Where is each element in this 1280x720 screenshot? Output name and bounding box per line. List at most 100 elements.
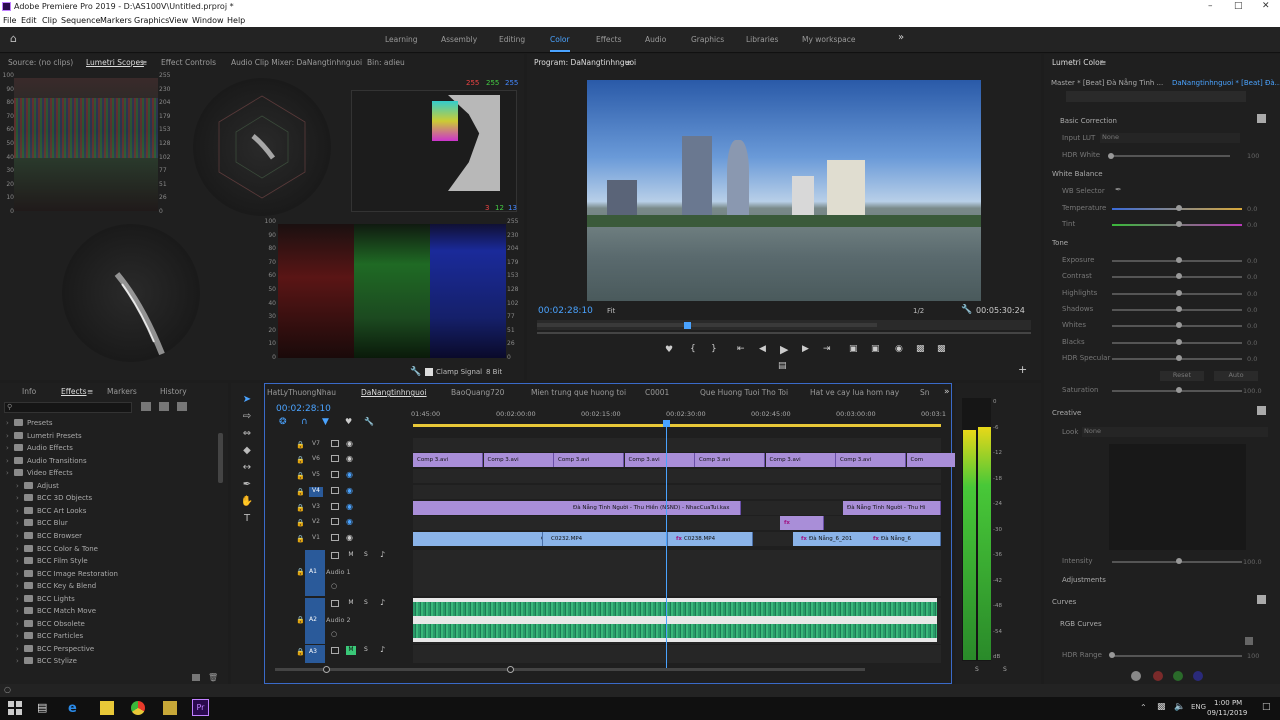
media-app-icon[interactable]: [163, 701, 177, 715]
effects-tree-item[interactable]: › BCC Stylize: [16, 657, 77, 669]
clip[interactable]: fx: [780, 516, 824, 530]
premiere-taskbar-icon[interactable]: Pr: [192, 699, 209, 716]
lock-icon[interactable]: 🔒: [296, 616, 305, 624]
minimize-icon[interactable]: –: [1208, 1, 1213, 11]
rgb-curves-checkbox[interactable]: [1245, 637, 1253, 645]
tone-value[interactable]: 0.0: [1247, 257, 1257, 265]
workspace-effects[interactable]: Effects: [596, 35, 622, 44]
timeline-tab[interactable]: Que Huong Tuoi Tho Toi: [700, 388, 788, 397]
lift-icon[interactable]: ▣: [849, 344, 858, 354]
toggle-sync-lock-icon[interactable]: [331, 487, 339, 494]
intensity-value[interactable]: 100.0: [1243, 558, 1262, 566]
file-explorer-icon[interactable]: [100, 701, 114, 715]
hdr-white-slider[interactable]: [1110, 155, 1230, 157]
fit-select[interactable]: Fit: [607, 307, 615, 315]
playhead-marker[interactable]: [684, 322, 691, 329]
eye-icon[interactable]: ◉: [346, 502, 353, 511]
program-timecode[interactable]: 00:02:28:10: [538, 306, 593, 316]
tone-knob[interactable]: [1176, 338, 1182, 345]
audio-track-id[interactable]: A1: [309, 568, 317, 575]
effects-tree-item[interactable]: › Audio Effects: [6, 444, 73, 456]
reset-button[interactable]: Reset: [1160, 371, 1204, 381]
eyedropper-icon[interactable]: ✒: [1115, 185, 1122, 194]
tone-value[interactable]: 0.0: [1247, 355, 1257, 363]
disclosure-arrow-icon[interactable]: ›: [16, 620, 24, 628]
lumetri-master[interactable]: Master * [Beat] Đà Nẵng Tình ...: [1051, 79, 1163, 87]
ripple-edit-tool-icon[interactable]: ⇔: [240, 428, 254, 442]
solo-button[interactable]: S: [364, 599, 368, 606]
effects-tree-item[interactable]: › Video Effects: [6, 469, 73, 481]
tone-value[interactable]: 0.0: [1247, 322, 1257, 330]
curve-blue-dot[interactable]: [1193, 671, 1203, 681]
effects-menu-icon[interactable]: ≡: [87, 387, 93, 396]
close-icon[interactable]: ✕: [1262, 1, 1270, 11]
disclosure-arrow-icon[interactable]: ›: [6, 432, 14, 440]
play-icon[interactable]: ▶: [780, 343, 788, 356]
temperature-value[interactable]: 0.0: [1247, 205, 1257, 213]
track-select-tool-icon[interactable]: ⇨: [240, 411, 254, 425]
track-label-v5[interactable]: V5: [309, 471, 323, 481]
eye-icon[interactable]: ◉: [346, 439, 353, 448]
section-rgb-curves[interactable]: RGB Curves: [1060, 620, 1102, 628]
look-select[interactable]: None: [1082, 427, 1268, 437]
track-label-v1[interactable]: V1: [309, 534, 323, 544]
mute-button[interactable]: M: [346, 599, 356, 608]
clip[interactable]: C0232.MP4: [543, 532, 668, 546]
disclosure-arrow-icon[interactable]: ›: [6, 457, 14, 465]
timeline-timecode[interactable]: 00:02:28:10: [276, 404, 331, 414]
menu-window[interactable]: Window: [192, 16, 224, 25]
workspace-libraries[interactable]: Libraries: [746, 35, 778, 44]
curve-white-dot[interactable]: [1131, 671, 1141, 681]
disclosure-arrow-icon[interactable]: ›: [16, 582, 24, 590]
timeline-tab[interactable]: BaoQuang720: [451, 388, 504, 397]
tab-bin[interactable]: Bin: adieu: [367, 58, 405, 67]
effects-tree-item[interactable]: › Lumetri Presets: [6, 431, 82, 444]
effects-tree-item[interactable]: › BCC Obsolete: [16, 619, 85, 632]
solo-left[interactable]: S: [975, 666, 979, 673]
disclosure-arrow-icon[interactable]: ›: [16, 595, 24, 603]
lock-icon[interactable]: 🔒: [296, 535, 305, 543]
section-tone[interactable]: Tone: [1052, 239, 1068, 247]
basic-correction-checkbox[interactable]: [1257, 114, 1266, 123]
menu-edit[interactable]: Edit: [21, 16, 37, 25]
toggle-sync-lock-icon[interactable]: [331, 600, 339, 607]
temperature-knob[interactable]: [1176, 205, 1182, 211]
program-scrubber[interactable]: [537, 320, 1031, 330]
panel-menu-icon[interactable]: ≡: [141, 58, 147, 67]
clip[interactable]: Comp 3.avi: [483, 453, 554, 467]
timeline-tab[interactable]: HatLyThuongNhau: [267, 388, 336, 397]
go-to-in-icon[interactable]: ⇤: [737, 344, 745, 354]
toggle-sync-lock-icon[interactable]: [331, 455, 339, 462]
clip[interactable]: fx C0238.MP4: [668, 532, 753, 546]
clip[interactable]: Comp 3.avi: [836, 453, 906, 467]
menu-file[interactable]: File: [3, 16, 16, 25]
menu-help[interactable]: Help: [227, 16, 245, 25]
tab-markers[interactable]: Markers: [107, 387, 137, 396]
hdr-range-slider[interactable]: [1112, 655, 1242, 657]
marker-icon[interactable]: ♥: [345, 417, 352, 426]
section-curves[interactable]: Curves: [1052, 598, 1076, 606]
eye-icon[interactable]: ◉: [346, 517, 353, 526]
slip-tool-icon[interactable]: ↔: [240, 462, 254, 476]
extract-icon[interactable]: ▣: [871, 344, 880, 354]
timeline-settings-icon[interactable]: 🔧: [364, 417, 374, 426]
clip[interactable]: Comp 3.avi: [554, 453, 624, 467]
curve-red-dot[interactable]: [1153, 671, 1163, 681]
track-label-v7[interactable]: V7: [309, 440, 323, 450]
yuv-effects-icon[interactable]: [177, 402, 187, 411]
solo-button[interactable]: S: [364, 551, 368, 558]
workspace-graphics[interactable]: Graphics: [691, 35, 724, 44]
effects-scrollbar[interactable]: [218, 433, 223, 483]
workspace-color[interactable]: Color: [550, 35, 570, 52]
disclosure-arrow-icon[interactable]: ›: [16, 657, 24, 665]
tab-effects[interactable]: Effects: [61, 387, 87, 396]
hand-tool-icon[interactable]: ✋: [240, 496, 254, 510]
lumetri-sequence-clip[interactable]: DaNangtinhnguoi * [Beat] Đà...: [1172, 79, 1280, 87]
mute-button[interactable]: M: [346, 646, 356, 655]
tab-audio-clip-mixer[interactable]: Audio Clip Mixer: DaNangtinhnguoi: [231, 58, 362, 67]
section-adjustments[interactable]: Adjustments: [1062, 576, 1106, 584]
curves-checkbox[interactable]: [1257, 595, 1266, 604]
lumetri-fx-dropdown[interactable]: [1066, 91, 1246, 102]
tray-chevron-icon[interactable]: ⌃: [1140, 703, 1147, 712]
effects-tree-item[interactable]: › BCC Film Style: [16, 557, 88, 569]
